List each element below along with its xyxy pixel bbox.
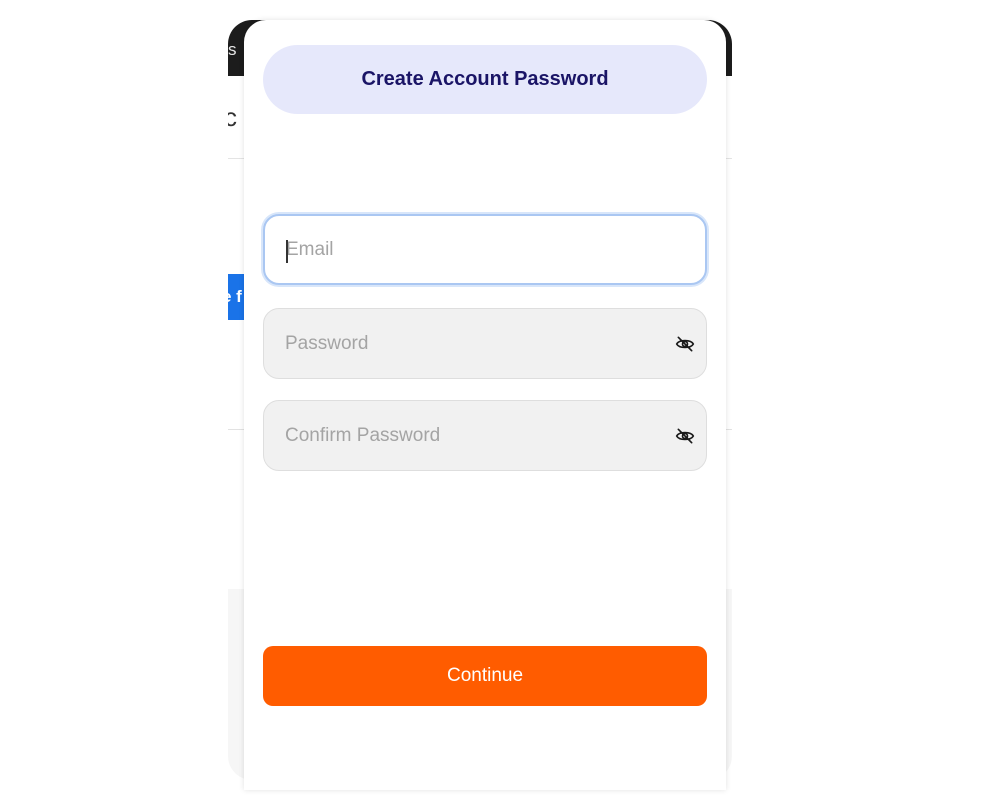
- modal-title-pill: Create Account Password: [263, 45, 707, 114]
- background-header-text: c: [228, 102, 237, 132]
- modal-title: Create Account Password: [361, 68, 609, 90]
- confirm-password-input[interactable]: [264, 401, 706, 470]
- background-topbar-text: s: [228, 40, 237, 59]
- text-caret: [286, 240, 288, 263]
- confirm-password-field[interactable]: [263, 400, 707, 471]
- eye-off-icon[interactable]: [675, 334, 695, 354]
- continue-button[interactable]: Continue: [263, 646, 707, 706]
- create-password-modal: Create Account Password Continue: [244, 20, 726, 790]
- email-field[interactable]: [263, 214, 707, 285]
- password-input[interactable]: [264, 309, 706, 378]
- email-input[interactable]: [265, 216, 705, 283]
- password-field[interactable]: [263, 308, 707, 379]
- screen: s c e f Create Account Password: [0, 0, 1000, 810]
- eye-off-icon[interactable]: [675, 426, 695, 446]
